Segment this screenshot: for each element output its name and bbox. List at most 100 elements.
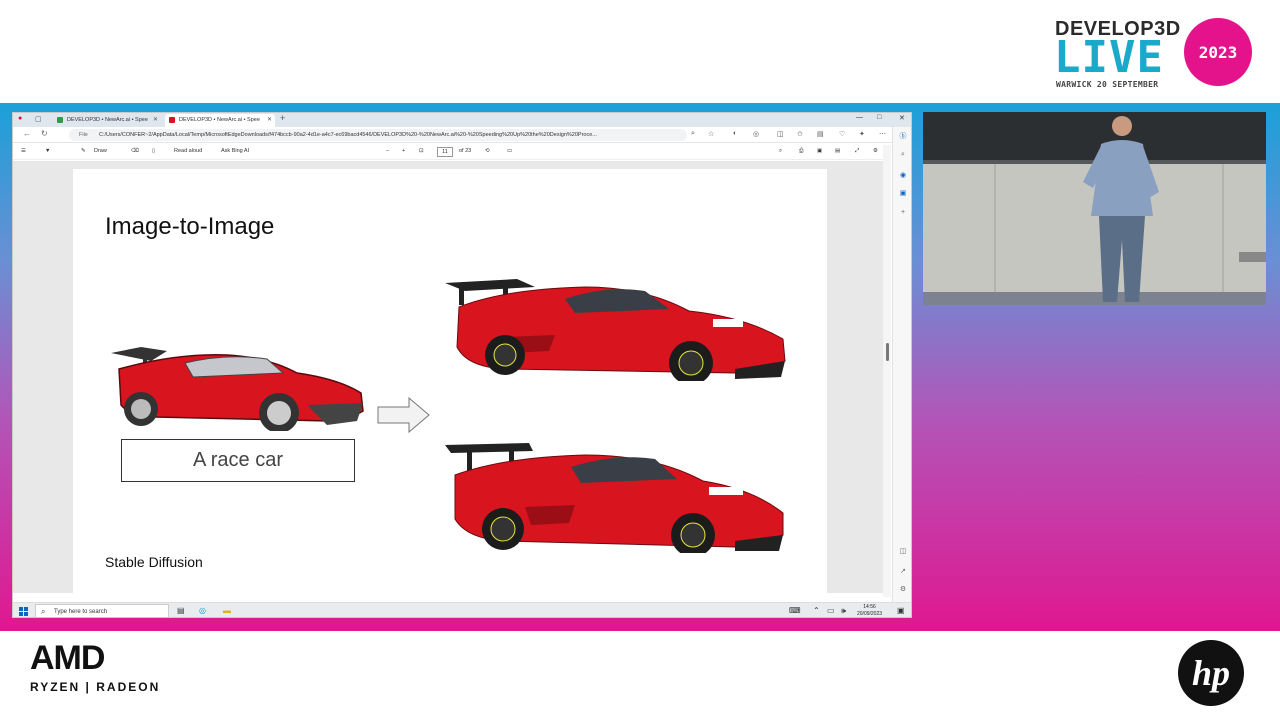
save-as-icon[interactable]: ▤ [835, 148, 840, 154]
copilot-icon[interactable]: ✦ [859, 130, 865, 138]
vertical-scrollbar[interactable] [883, 145, 891, 597]
zoom-icon[interactable]: ⌕ [691, 130, 695, 138]
file-explorer-icon[interactable]: ▬ [223, 606, 231, 615]
event-year-badge: 2023 [1184, 18, 1252, 86]
keyboard-icon[interactable]: ⌨ [789, 606, 801, 615]
event-logo: DEVELOP3D LIVE 2023 WARWICK 20 SEPTEMBER [1052, 16, 1252, 90]
event-subtitle: WARWICK 20 SEPTEMBER [1056, 80, 1159, 89]
amd-logo: AMD RYZEN | RADEON [30, 640, 160, 694]
fullscreen-icon[interactable]: ⤢ [855, 148, 859, 155]
address-bar-row: ← ↻ File C:/Users/CONFER~2/AppData/Local… [13, 127, 911, 143]
save-icon[interactable]: ▣ [817, 148, 822, 154]
tray-chevron-icon[interactable]: ⌃ [813, 606, 820, 615]
pdf-toolbar: ☰ ▼ ✎ Draw ⌫ ▯ Read aloud Ask Bing AI − … [13, 144, 891, 160]
bing-chat-icon[interactable]: ⓑ [898, 131, 908, 141]
close-tab-icon[interactable]: ✕ [153, 116, 158, 123]
browser-tab-bar: ● ▢ DEVELOP3D • NewArc.ai • Spee ✕ DEVEL… [13, 113, 911, 127]
edge-browser-icon[interactable]: ◎ [199, 606, 206, 615]
collections-icon[interactable]: ▤ [817, 130, 824, 138]
favorite-star-icon[interactable]: ☆ [708, 130, 714, 138]
erase-icon[interactable]: ⌫ [131, 148, 139, 154]
windows-start-icon[interactable] [19, 607, 28, 616]
favicon-icon [57, 117, 63, 123]
search-icon: ⌕ [41, 607, 46, 616]
file-label: File [79, 132, 88, 138]
add-icon[interactable]: + [898, 209, 908, 219]
read-aloud-button[interactable]: Read aloud [174, 148, 202, 154]
draw-button[interactable]: Draw [94, 148, 107, 154]
close-window-button[interactable]: ✕ [899, 114, 905, 122]
network-icon[interactable]: ▭ [827, 606, 835, 615]
sidebar-settings-icon[interactable]: ⚙ [898, 585, 908, 595]
url-text: C:/Users/CONFER~2/AppData/Local/Temp/Mic… [99, 132, 597, 138]
favorites-icon[interactable]: ✩ [797, 130, 803, 138]
stream-frame: DEVELOP3D LIVE 2023 WARWICK 20 SEPTEMBER… [0, 0, 1280, 720]
sketch-car-image [111, 347, 364, 431]
open-external-icon[interactable]: ↗ [898, 567, 908, 577]
tab-1-label: DEVELOP3D • NewArc.ai • Spee [67, 117, 148, 123]
ask-bing-button[interactable]: Ask Bing AI [221, 148, 249, 154]
extension-icon[interactable]: ◐ [733, 130, 737, 137]
taskbar-search-placeholder: Type here to search [54, 609, 108, 615]
windows-taskbar: ⌕ Type here to search ▤ ◎ ▬ ⌨ ⌃ ▭ 🕪 14:5… [13, 602, 911, 617]
more-icon[interactable]: ⋯ [879, 130, 886, 138]
outlook-icon[interactable]: ▣ [898, 189, 908, 199]
fit-page-icon[interactable]: ⊡ [419, 148, 424, 154]
slide-page: Image-to-Image A race car Stable Diffusi… [73, 169, 827, 593]
split-screen-icon[interactable]: ◫ [777, 130, 784, 138]
print-icon[interactable]: ⎙ [799, 148, 803, 155]
tab-2[interactable]: DEVELOP3D • NewArc.ai • Spee ✕ [165, 114, 275, 127]
tools-icon[interactable]: ◉ [898, 171, 908, 181]
clock-date: 20/09/2023 [857, 611, 883, 617]
taskbar-clock[interactable]: 14:56 20/09/2023 [857, 604, 883, 617]
generated-race-car-image-1 [445, 279, 786, 381]
pdf-viewer[interactable]: Image-to-Image A race car Stable Diffusi… [13, 161, 891, 593]
new-tab-button[interactable]: + [280, 113, 285, 123]
two-page-icon[interactable]: ▭ [507, 148, 512, 154]
contents-icon[interactable]: ☰ [21, 148, 26, 154]
sidebar-layout-icon[interactable]: ◫ [898, 547, 908, 557]
tab-actions-icon[interactable]: ▢ [35, 115, 42, 123]
task-view-icon[interactable]: ▤ [177, 606, 185, 615]
browser-essentials-icon[interactable]: ♡ [839, 130, 845, 138]
hp-logo: hp [1178, 640, 1244, 706]
maximize-button[interactable]: □ [877, 114, 881, 121]
draw-icon[interactable]: ✎ [81, 148, 86, 154]
prompt-box: A race car [121, 439, 355, 482]
clock-time: 14:56 [863, 604, 876, 610]
volume-icon[interactable]: 🕪 [841, 606, 846, 616]
close-tab-icon[interactable]: ✕ [267, 116, 272, 123]
profile-icon[interactable]: ● [18, 115, 22, 122]
url-field[interactable]: File C:/Users/CONFER~2/AppData/Local/Tem… [69, 129, 687, 141]
presenter-video-image [923, 112, 1266, 305]
shared-screen: ● ▢ DEVELOP3D • NewArc.ai • Spee ✕ DEVEL… [12, 112, 912, 618]
minimize-button[interactable]: — [856, 114, 863, 121]
pdf-favicon-icon [169, 117, 175, 123]
presenter-camera-feed [923, 112, 1266, 305]
amd-wordmark: AMD [30, 639, 105, 677]
highlight-icon[interactable]: ▼ [45, 148, 50, 154]
event-live-word: LIVE [1054, 32, 1164, 83]
page-total: of 23 [459, 148, 472, 154]
extension-icon-2[interactable]: ◎ [753, 130, 759, 138]
scrollbar-thumb[interactable] [886, 343, 889, 361]
zoom-out-icon[interactable]: − [386, 148, 389, 154]
settings-gear-icon[interactable]: ⚙ [873, 148, 878, 154]
find-icon[interactable]: ⌕ [779, 148, 782, 155]
refresh-icon[interactable]: ↻ [41, 129, 48, 138]
rotate-icon[interactable]: ⟲ [485, 148, 490, 154]
arrow-right-icon [377, 397, 430, 433]
slide-footer: Stable Diffusion [105, 554, 203, 570]
slide-title: Image-to-Image [105, 213, 275, 240]
generated-race-car-image-2 [445, 443, 784, 553]
zoom-in-icon[interactable]: + [402, 148, 405, 154]
tab-2-label: DEVELOP3D • NewArc.ai • Spee [179, 117, 260, 123]
tab-1[interactable]: DEVELOP3D • NewArc.ai • Spee ✕ [53, 114, 161, 127]
page-number-input[interactable]: 11 [437, 147, 453, 157]
page-view-icon[interactable]: ▯ [152, 148, 155, 154]
search-icon[interactable]: ⌕ [898, 151, 908, 161]
edge-sidebar: ⓑ ⌕ ◉ ▣ + ◫ ↗ ⚙ [892, 127, 911, 603]
taskbar-search-input[interactable]: ⌕ Type here to search [35, 604, 169, 617]
notifications-icon[interactable]: ▣ [897, 606, 905, 615]
back-icon[interactable]: ← [23, 129, 31, 138]
